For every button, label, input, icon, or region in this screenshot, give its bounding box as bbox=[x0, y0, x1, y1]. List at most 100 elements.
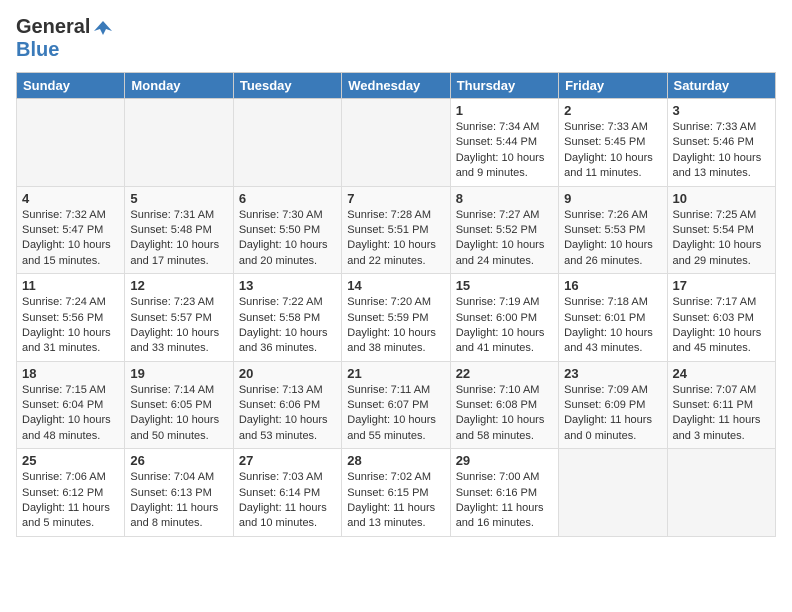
calendar-cell bbox=[17, 99, 125, 187]
calendar-cell bbox=[342, 99, 450, 187]
day-number: 12 bbox=[130, 278, 227, 293]
day-info: Sunrise: 7:14 AMSunset: 6:05 PMDaylight:… bbox=[130, 383, 227, 445]
calendar-cell: 8 Sunrise: 7:27 AMSunset: 5:52 PMDaylight… bbox=[450, 186, 558, 274]
day-info: Sunrise: 7:23 AMSunset: 5:57 PMDaylight:… bbox=[130, 295, 227, 357]
day-info: Sunrise: 7:19 AMSunset: 6:00 PMDaylight:… bbox=[456, 295, 553, 357]
day-number: 25 bbox=[22, 453, 119, 468]
day-number: 24 bbox=[673, 366, 770, 381]
day-info: Sunrise: 7:33 AMSunset: 5:46 PMDaylight:… bbox=[673, 120, 770, 182]
day-info: Sunrise: 7:09 AMSunset: 6:09 PMDaylight:… bbox=[564, 383, 661, 445]
day-info: Sunrise: 7:26 AMSunset: 5:53 PMDaylight:… bbox=[564, 208, 661, 270]
logo-bird-icon bbox=[92, 17, 114, 39]
day-info: Sunrise: 7:03 AMSunset: 6:14 PMDaylight:… bbox=[239, 470, 336, 532]
day-number: 10 bbox=[673, 191, 770, 206]
logo: General Blue bbox=[16, 16, 114, 62]
day-info: Sunrise: 7:32 AMSunset: 5:47 PMDaylight:… bbox=[22, 208, 119, 270]
day-number: 20 bbox=[239, 366, 336, 381]
day-info: Sunrise: 7:25 AMSunset: 5:54 PMDaylight:… bbox=[673, 208, 770, 270]
calendar-cell: 1 Sunrise: 7:34 AMSunset: 5:44 PMDaylight… bbox=[450, 99, 558, 187]
calendar-cell: 25 Sunrise: 7:06 AMSunset: 6:12 PMDayligh… bbox=[17, 449, 125, 537]
calendar-table: SundayMondayTuesdayWednesdayThursdayFrid… bbox=[16, 72, 776, 537]
day-number: 4 bbox=[22, 191, 119, 206]
calendar-header-row: SundayMondayTuesdayWednesdayThursdayFrid… bbox=[17, 73, 776, 99]
day-info: Sunrise: 7:00 AMSunset: 6:16 PMDaylight:… bbox=[456, 470, 553, 532]
calendar-week-row: 1 Sunrise: 7:34 AMSunset: 5:44 PMDaylight… bbox=[17, 99, 776, 187]
day-info: Sunrise: 7:18 AMSunset: 6:01 PMDaylight:… bbox=[564, 295, 661, 357]
day-number: 15 bbox=[456, 278, 553, 293]
day-header-tuesday: Tuesday bbox=[233, 73, 341, 99]
day-number: 14 bbox=[347, 278, 444, 293]
calendar-cell: 16 Sunrise: 7:18 AMSunset: 6:01 PMDayligh… bbox=[559, 274, 667, 362]
calendar-cell bbox=[233, 99, 341, 187]
calendar-cell bbox=[667, 449, 775, 537]
day-info: Sunrise: 7:07 AMSunset: 6:11 PMDaylight:… bbox=[673, 383, 770, 445]
calendar-cell: 4 Sunrise: 7:32 AMSunset: 5:47 PMDaylight… bbox=[17, 186, 125, 274]
calendar-cell: 21Sunrise: 7:11 AMSunset: 6:07 PMDayligh… bbox=[342, 361, 450, 449]
day-number: 7 bbox=[347, 191, 444, 206]
day-number: 11 bbox=[22, 278, 119, 293]
calendar-cell: 24 Sunrise: 7:07 AMSunset: 6:11 PMDayligh… bbox=[667, 361, 775, 449]
day-info: Sunrise: 7:24 AMSunset: 5:56 PMDaylight:… bbox=[22, 295, 119, 357]
day-info: Sunrise: 7:31 AMSunset: 5:48 PMDaylight:… bbox=[130, 208, 227, 270]
calendar-cell: 6Sunrise: 7:30 AMSunset: 5:50 PMDaylight… bbox=[233, 186, 341, 274]
day-number: 2 bbox=[564, 103, 661, 118]
header: General Blue bbox=[16, 16, 776, 62]
day-number: 26 bbox=[130, 453, 227, 468]
day-info: Sunrise: 7:02 AMSunset: 6:15 PMDaylight:… bbox=[347, 470, 444, 532]
day-info: Sunrise: 7:10 AMSunset: 6:08 PMDaylight:… bbox=[456, 383, 553, 445]
calendar-cell: 2 Sunrise: 7:33 AMSunset: 5:45 PMDaylight… bbox=[559, 99, 667, 187]
calendar-week-row: 25 Sunrise: 7:06 AMSunset: 6:12 PMDayligh… bbox=[17, 449, 776, 537]
day-number: 18 bbox=[22, 366, 119, 381]
day-number: 23 bbox=[564, 366, 661, 381]
calendar-cell: 20 Sunrise: 7:13 AMSunset: 6:06 PMDayligh… bbox=[233, 361, 341, 449]
calendar-cell: 15 Sunrise: 7:19 AMSunset: 6:00 PMDayligh… bbox=[450, 274, 558, 362]
day-number: 1 bbox=[456, 103, 553, 118]
day-info: Sunrise: 7:22 AMSunset: 5:58 PMDaylight:… bbox=[239, 295, 336, 357]
calendar-cell: 7 Sunrise: 7:28 AMSunset: 5:51 PMDaylight… bbox=[342, 186, 450, 274]
calendar-cell: 3 Sunrise: 7:33 AMSunset: 5:46 PMDaylight… bbox=[667, 99, 775, 187]
day-header-wednesday: Wednesday bbox=[342, 73, 450, 99]
day-number: 8 bbox=[456, 191, 553, 206]
day-number: 19 bbox=[130, 366, 227, 381]
day-header-thursday: Thursday bbox=[450, 73, 558, 99]
calendar-cell: 17 Sunrise: 7:17 AMSunset: 6:03 PMDayligh… bbox=[667, 274, 775, 362]
calendar-cell bbox=[125, 99, 233, 187]
day-info: Sunrise: 7:04 AMSunset: 6:13 PMDaylight:… bbox=[130, 470, 227, 532]
day-info: Sunrise: 7:20 AMSunset: 5:59 PMDaylight:… bbox=[347, 295, 444, 357]
calendar-cell: 26 Sunrise: 7:04 AMSunset: 6:13 PMDayligh… bbox=[125, 449, 233, 537]
calendar-cell: 5Sunrise: 7:31 AMSunset: 5:48 PMDaylight… bbox=[125, 186, 233, 274]
calendar-cell: 12 Sunrise: 7:23 AMSunset: 5:57 PMDayligh… bbox=[125, 274, 233, 362]
day-number: 21 bbox=[347, 366, 444, 381]
logo-general-text: General bbox=[16, 16, 90, 39]
calendar-week-row: 18 Sunrise: 7:15 AMSunset: 6:04 PMDayligh… bbox=[17, 361, 776, 449]
calendar-week-row: 4 Sunrise: 7:32 AMSunset: 5:47 PMDaylight… bbox=[17, 186, 776, 274]
calendar-cell: 22Sunrise: 7:10 AMSunset: 6:08 PMDayligh… bbox=[450, 361, 558, 449]
day-info: Sunrise: 7:15 AMSunset: 6:04 PMDaylight:… bbox=[22, 383, 119, 445]
day-info: Sunrise: 7:27 AMSunset: 5:52 PMDaylight:… bbox=[456, 208, 553, 270]
calendar-cell: 18 Sunrise: 7:15 AMSunset: 6:04 PMDayligh… bbox=[17, 361, 125, 449]
day-info: Sunrise: 7:17 AMSunset: 6:03 PMDaylight:… bbox=[673, 295, 770, 357]
day-info: Sunrise: 7:34 AMSunset: 5:44 PMDaylight:… bbox=[456, 120, 553, 182]
day-number: 17 bbox=[673, 278, 770, 293]
day-info: Sunrise: 7:13 AMSunset: 6:06 PMDaylight:… bbox=[239, 383, 336, 445]
calendar-cell: 9 Sunrise: 7:26 AMSunset: 5:53 PMDaylight… bbox=[559, 186, 667, 274]
calendar-cell: 10 Sunrise: 7:25 AMSunset: 5:54 PMDayligh… bbox=[667, 186, 775, 274]
day-number: 9 bbox=[564, 191, 661, 206]
day-header-saturday: Saturday bbox=[667, 73, 775, 99]
calendar-cell: 27Sunrise: 7:03 AMSunset: 6:14 PMDayligh… bbox=[233, 449, 341, 537]
logo-blue-text: Blue bbox=[16, 39, 59, 61]
day-number: 3 bbox=[673, 103, 770, 118]
day-info: Sunrise: 7:33 AMSunset: 5:45 PMDaylight:… bbox=[564, 120, 661, 182]
day-info: Sunrise: 7:06 AMSunset: 6:12 PMDaylight:… bbox=[22, 470, 119, 532]
day-info: Sunrise: 7:28 AMSunset: 5:51 PMDaylight:… bbox=[347, 208, 444, 270]
calendar-week-row: 11 Sunrise: 7:24 AMSunset: 5:56 PMDayligh… bbox=[17, 274, 776, 362]
day-header-sunday: Sunday bbox=[17, 73, 125, 99]
calendar-cell: 23 Sunrise: 7:09 AMSunset: 6:09 PMDayligh… bbox=[559, 361, 667, 449]
day-header-friday: Friday bbox=[559, 73, 667, 99]
day-number: 28 bbox=[347, 453, 444, 468]
calendar-cell: 19 Sunrise: 7:14 AMSunset: 6:05 PMDayligh… bbox=[125, 361, 233, 449]
day-number: 16 bbox=[564, 278, 661, 293]
day-info: Sunrise: 7:30 AMSunset: 5:50 PMDaylight:… bbox=[239, 208, 336, 270]
calendar-cell bbox=[559, 449, 667, 537]
calendar-cell: 14 Sunrise: 7:20 AMSunset: 5:59 PMDayligh… bbox=[342, 274, 450, 362]
